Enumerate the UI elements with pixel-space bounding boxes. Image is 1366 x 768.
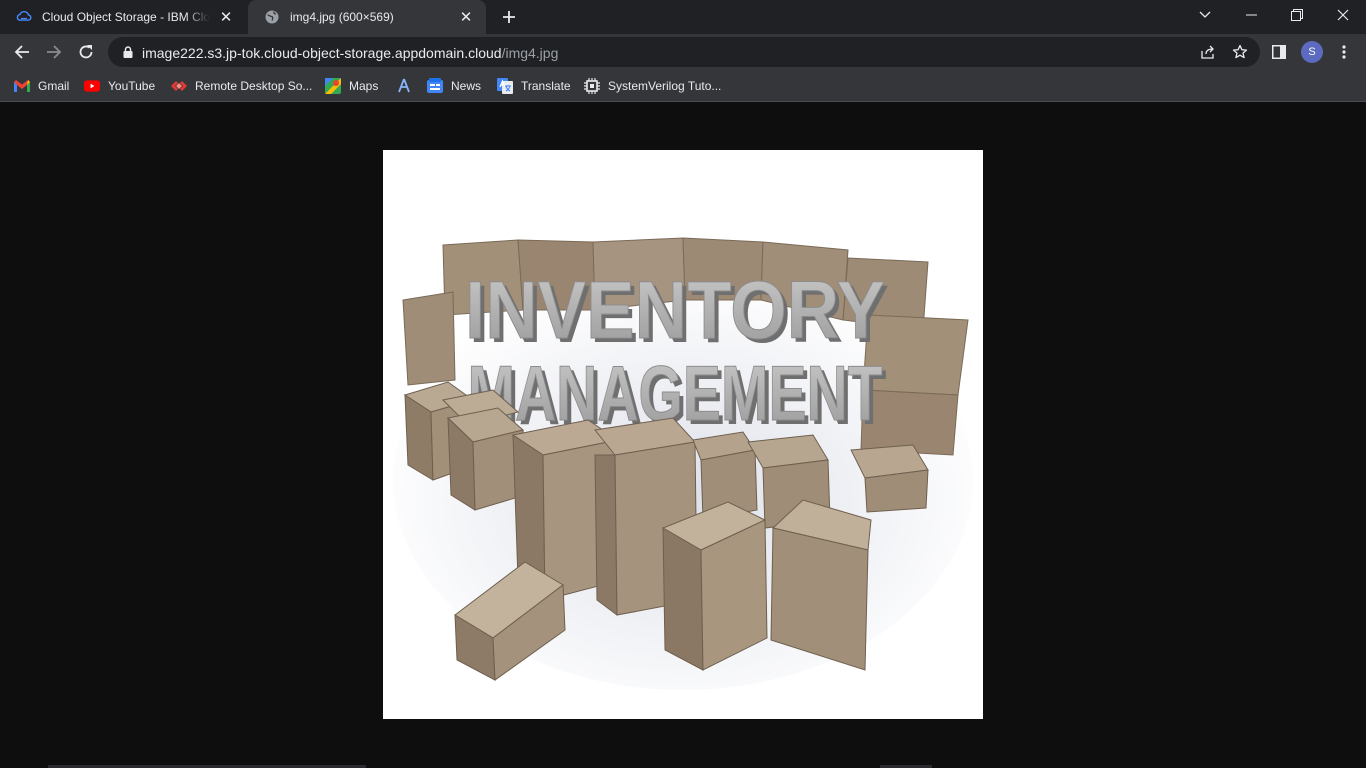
bookmarks-bar: Gmail YouTube Remote Desktop So... Maps … xyxy=(0,70,1366,102)
maps-icon xyxy=(325,78,341,94)
share-icon[interactable] xyxy=(1198,42,1218,62)
url-host: image222.s3.jp-tok.cloud-object-storage.… xyxy=(142,45,502,61)
google-news-icon xyxy=(427,78,443,94)
profile-avatar[interactable]: S xyxy=(1301,41,1323,63)
bookmark-label: YouTube xyxy=(108,79,156,93)
app-icon xyxy=(396,78,412,94)
gmail-icon xyxy=(14,78,30,94)
page-content: INVENTORY INVENTORY MANAGEMENT MANAGEMEN… xyxy=(0,103,1366,768)
close-window-icon[interactable] xyxy=(1320,0,1366,30)
bookmark-label: Gmail xyxy=(38,79,70,93)
lock-icon[interactable] xyxy=(120,44,136,60)
toolbar: image222.s3.jp-tok.cloud-object-storage.… xyxy=(0,34,1366,70)
bookmark-systemverilog[interactable]: SystemVerilog Tuto... xyxy=(584,75,721,97)
close-tab-icon[interactable]: ✕ xyxy=(456,7,476,27)
bookmark-label: Maps xyxy=(349,79,379,93)
close-tab-icon[interactable]: ✕ xyxy=(216,7,236,27)
reload-button[interactable] xyxy=(72,38,100,66)
chip-icon xyxy=(584,78,600,94)
url-path: /img4.jpg xyxy=(501,45,559,61)
minimize-icon[interactable] xyxy=(1228,0,1274,30)
url-text[interactable]: image222.s3.jp-tok.cloud-object-storage.… xyxy=(142,45,558,61)
profile-initial: S xyxy=(1308,46,1316,58)
remote-desktop-icon xyxy=(171,78,187,94)
address-bar[interactable]: image222.s3.jp-tok.cloud-object-storage.… xyxy=(108,37,1260,67)
image-text-line-1: INVENTORY xyxy=(465,265,885,356)
bookmark-label: SystemVerilog Tuto... xyxy=(608,79,722,93)
bookmark-label: News xyxy=(451,79,482,93)
bookmark-translate[interactable]: Translate xyxy=(497,75,571,97)
globe-icon xyxy=(264,9,280,25)
tab-img4[interactable]: img4.jpg (600×569) ✕ xyxy=(248,0,486,34)
ibm-cloud-icon xyxy=(16,9,32,25)
bookmark-gmail[interactable]: Gmail xyxy=(14,75,69,97)
bookmark-news[interactable]: News xyxy=(427,75,481,97)
google-translate-icon xyxy=(497,78,513,94)
bookmark-remote-desktop[interactable]: Remote Desktop So... xyxy=(171,75,312,97)
new-tab-button[interactable] xyxy=(496,5,522,29)
bookmark-star-icon[interactable] xyxy=(1230,42,1250,62)
displayed-image[interactable]: INVENTORY INVENTORY MANAGEMENT MANAGEMEN… xyxy=(383,150,983,719)
bookmark-app[interactable] xyxy=(396,75,420,97)
forward-button[interactable] xyxy=(40,38,68,66)
restore-icon[interactable] xyxy=(1274,0,1320,30)
bookmark-label: Remote Desktop So... xyxy=(195,79,313,93)
bookmark-maps[interactable]: Maps xyxy=(325,75,378,97)
tab-title: Cloud Object Storage - IBM Cloud xyxy=(42,10,210,24)
menu-kebab-icon[interactable] xyxy=(1332,40,1356,64)
tab-cloud-object-storage[interactable]: Cloud Object Storage - IBM Cloud ✕ xyxy=(0,0,246,34)
tab-strip: Cloud Object Storage - IBM Cloud ✕ img4.… xyxy=(0,0,1366,34)
bookmark-label: Translate xyxy=(521,79,571,93)
side-panel-icon[interactable] xyxy=(1267,40,1291,64)
tab-title: img4.jpg (600×569) xyxy=(290,10,394,24)
youtube-icon xyxy=(84,78,100,94)
tab-search-icon[interactable] xyxy=(1182,0,1228,30)
inventory-management-illustration: INVENTORY INVENTORY MANAGEMENT MANAGEMEN… xyxy=(383,150,983,719)
bookmark-youtube[interactable]: YouTube xyxy=(84,75,155,97)
back-button[interactable] xyxy=(8,38,36,66)
